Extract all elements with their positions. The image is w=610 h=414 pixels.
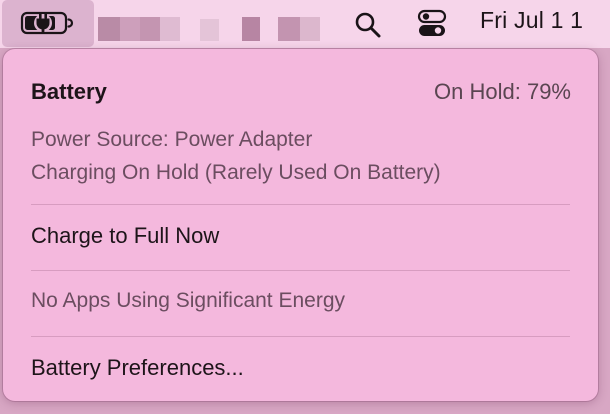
clock[interactable]: Fri Jul 1 1	[480, 7, 583, 34]
charge-to-full-now-item[interactable]: Charge to Full Now	[15, 216, 587, 256]
menu-bar: Fri Jul 1 1	[0, 0, 610, 48]
search-icon[interactable]	[354, 11, 382, 44]
charging-state-text: Charging On Hold (Rarely Used On Battery…	[31, 161, 441, 184]
battery-menu: Battery On Hold: 79% Power Source: Power…	[3, 49, 598, 401]
battery-status-text: On Hold: 79%	[434, 79, 571, 104]
menu-separator	[31, 270, 570, 271]
power-source-text: Power Source: Power Adapter	[31, 128, 313, 151]
menu-header: Battery On Hold: 79%	[31, 79, 571, 109]
energy-usage-item: No Apps Using Significant Energy	[15, 282, 587, 322]
battery-charging-plug-icon	[20, 11, 74, 35]
menu-item-label: Battery Preferences...	[31, 355, 244, 380]
menu-separator	[31, 204, 570, 205]
control-center-icon[interactable]	[417, 9, 449, 44]
battery-preferences-item[interactable]: Battery Preferences...	[15, 348, 587, 388]
menu-item-label: No Apps Using Significant Energy	[31, 289, 346, 312]
battery-status-item[interactable]	[2, 0, 94, 47]
menu-title: Battery	[31, 79, 107, 104]
menu-separator	[31, 336, 570, 337]
menu-item-label: Charge to Full Now	[31, 223, 220, 248]
blurred-menu-extras	[98, 17, 320, 41]
